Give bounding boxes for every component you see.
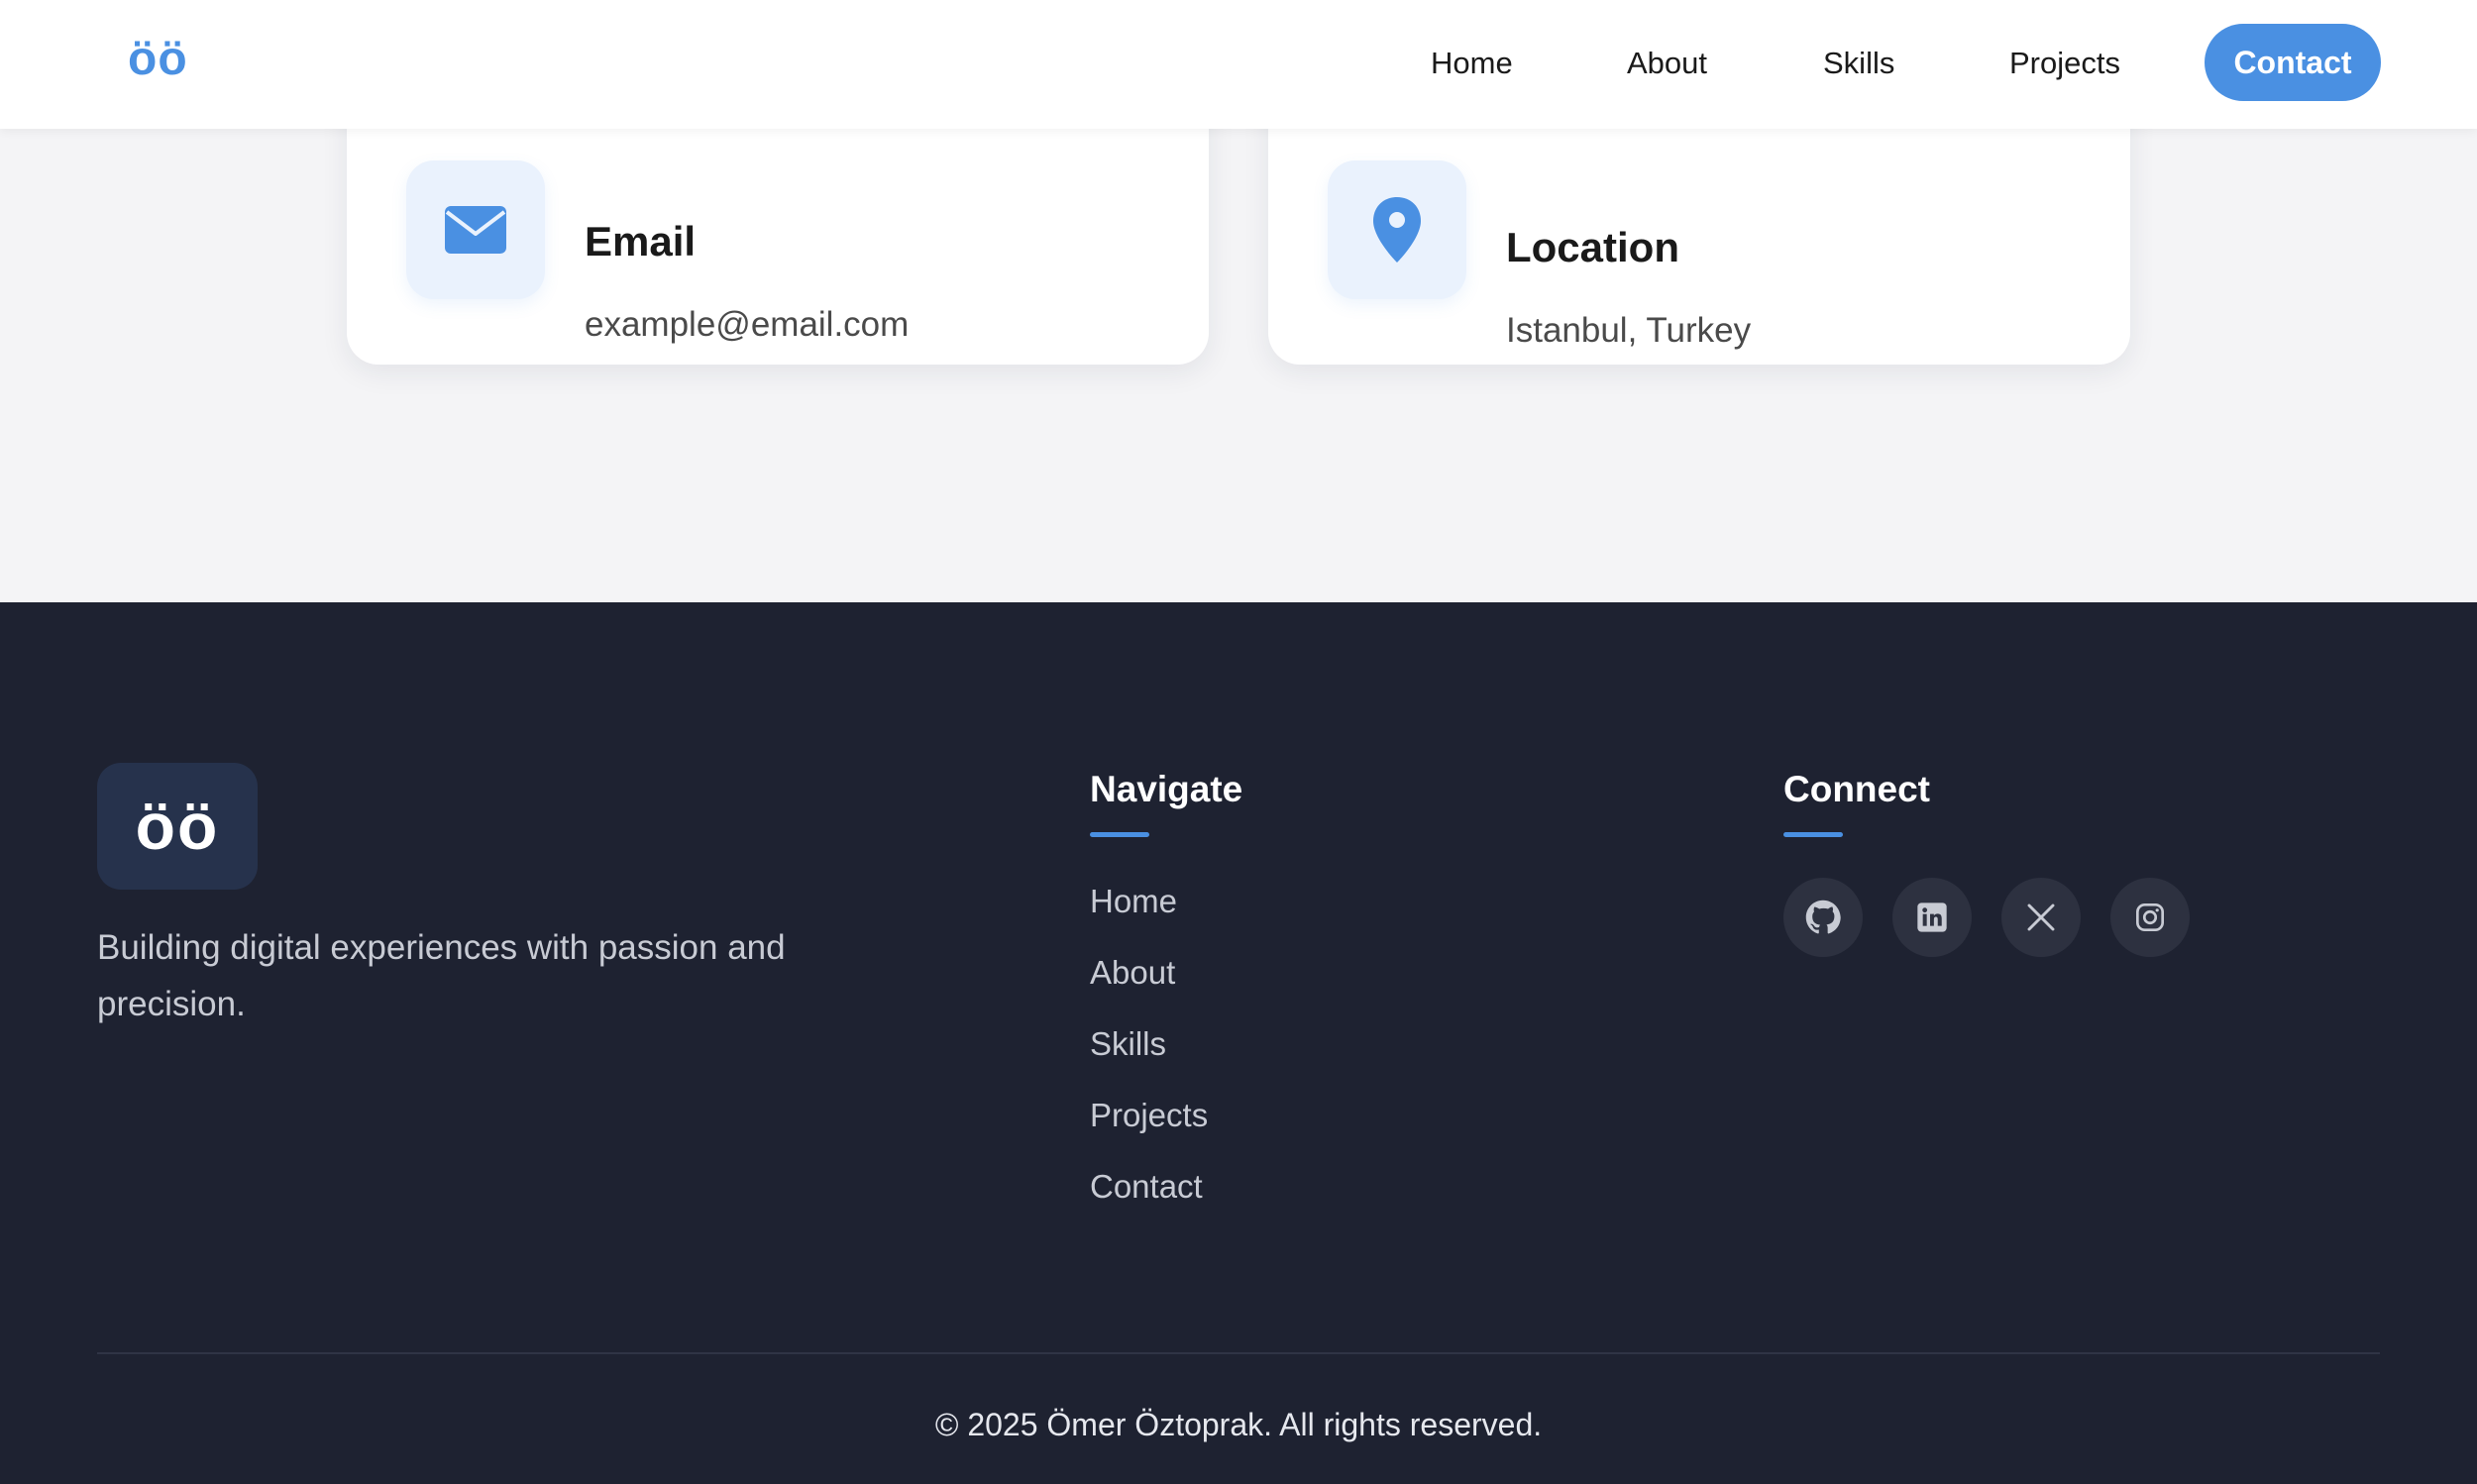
footer-link-home[interactable]: Home: [1090, 883, 1177, 920]
footer-link-about[interactable]: About: [1090, 954, 1175, 992]
nav-skills[interactable]: Skills: [1823, 42, 1894, 85]
navigate-heading-underline: [1090, 832, 1149, 837]
top-navbar: öö Home About Skills Projects Contact: [0, 0, 2477, 129]
map-pin-icon: [1373, 197, 1421, 263]
copyright-text: © 2025 Ömer Öztoprak. All rights reserve…: [934, 1407, 1543, 1442]
envelope-icon: [445, 206, 506, 254]
location-title: Location: [1506, 224, 1679, 270]
nav-projects[interactable]: Projects: [2009, 42, 2120, 85]
connect-heading: Connect: [1783, 769, 1930, 809]
x-icon: [2027, 903, 2055, 931]
footer-link-contact[interactable]: Contact: [1090, 1168, 1203, 1206]
instagram-icon: [2136, 903, 2164, 931]
email-value[interactable]: example@email.com: [585, 305, 909, 345]
location-value: Istanbul, Turkey: [1506, 311, 1752, 350]
footer-divider: [97, 1352, 2380, 1354]
footer-logo[interactable]: öö: [97, 763, 258, 890]
linkedin-link[interactable]: [1892, 878, 1972, 957]
email-title: Email: [585, 218, 697, 265]
nav-about[interactable]: About: [1627, 42, 1707, 85]
location-icon-box: [1328, 160, 1466, 299]
linkedin-icon: [1917, 902, 1947, 932]
github-link[interactable]: [1783, 878, 1863, 957]
navigate-heading: Navigate: [1090, 769, 1243, 809]
nav-home[interactable]: Home: [1431, 42, 1513, 85]
site-logo[interactable]: öö: [128, 30, 188, 89]
github-icon: [1805, 900, 1841, 934]
connect-heading-underline: [1783, 832, 1843, 837]
footer-tagline: Building digital experiences with passio…: [97, 928, 786, 1023]
contact-button[interactable]: Contact: [2205, 24, 2381, 101]
footer-link-projects[interactable]: Projects: [1090, 1097, 1208, 1134]
x-link[interactable]: [2001, 878, 2081, 957]
site-footer: öö Building digital experiences with pas…: [0, 602, 2477, 1484]
instagram-link[interactable]: [2110, 878, 2190, 957]
footer-link-skills[interactable]: Skills: [1090, 1025, 1166, 1063]
email-icon-box: [406, 160, 545, 299]
